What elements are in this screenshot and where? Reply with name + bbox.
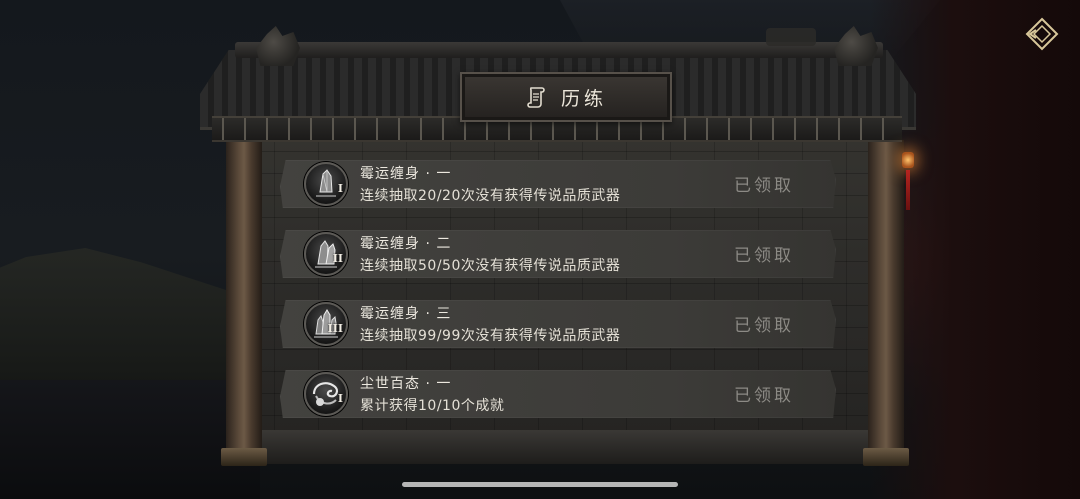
achievement-name: 霉运缠身 · 三 xyxy=(360,306,452,322)
achievement-name: 霉运缠身 · 一 xyxy=(360,166,452,182)
claimed-status: 已领取 xyxy=(734,176,794,196)
claimed-status: 已领取 xyxy=(734,386,794,406)
crystal-medal-icon: I xyxy=(304,162,348,206)
page-title: 历练 xyxy=(560,87,607,110)
collapse-menu-button[interactable] xyxy=(1022,14,1062,54)
achievement-description: 连续抽取20/20次没有获得传说品质武器 xyxy=(360,188,621,204)
rank-numeral: I xyxy=(337,392,343,405)
claimed-status: 已领取 xyxy=(734,316,794,336)
achievement-list: I 霉运缠身 · 一 连续抽取20/20次没有获得传说品质武器 已领取 II 霉… xyxy=(280,160,840,440)
achievement-name: 霉运缠身 · 二 xyxy=(360,236,452,252)
scroll-icon xyxy=(525,86,547,108)
dragon-medal-icon: I xyxy=(304,372,348,416)
left-pillar-base xyxy=(221,448,267,466)
diamond-arrow-icon xyxy=(1025,17,1059,51)
red-tassel xyxy=(906,170,910,210)
ground xyxy=(0,380,260,499)
title-plaque: 历练 xyxy=(460,72,672,122)
crystal-medal-icon: II xyxy=(304,232,348,276)
achievement-description: 连续抽取99/99次没有获得传说品质武器 xyxy=(360,328,621,344)
home-indicator[interactable] xyxy=(402,482,678,487)
roof-ornament xyxy=(766,28,816,46)
achievement-row: II 霉运缠身 · 二 连续抽取50/50次没有获得传说品质武器 已领取 xyxy=(280,230,836,278)
achievement-description: 累计获得10/10个成就 xyxy=(360,398,505,414)
claimed-status: 已领取 xyxy=(734,246,794,266)
right-pillar xyxy=(868,140,904,464)
rank-numeral: II xyxy=(332,252,343,265)
achievement-row: III 霉运缠身 · 三 连续抽取99/99次没有获得传说品质武器 已领取 xyxy=(280,300,836,348)
rank-numeral: III xyxy=(327,322,343,335)
achievement-row: I 尘世百态 · 一 累计获得10/10个成就 已领取 xyxy=(280,370,836,418)
achievement-row: I 霉运缠身 · 一 连续抽取20/20次没有获得传说品质武器 已领取 xyxy=(280,160,836,208)
achievement-description: 连续抽取50/50次没有获得传说品质武器 xyxy=(360,258,621,274)
right-pillar-base xyxy=(863,448,909,466)
crystal-medal-icon: III xyxy=(304,302,348,346)
left-pillar xyxy=(226,140,262,464)
lantern xyxy=(902,152,914,168)
rank-numeral: I xyxy=(337,182,343,195)
achievement-name: 尘世百态 · 一 xyxy=(360,376,452,392)
